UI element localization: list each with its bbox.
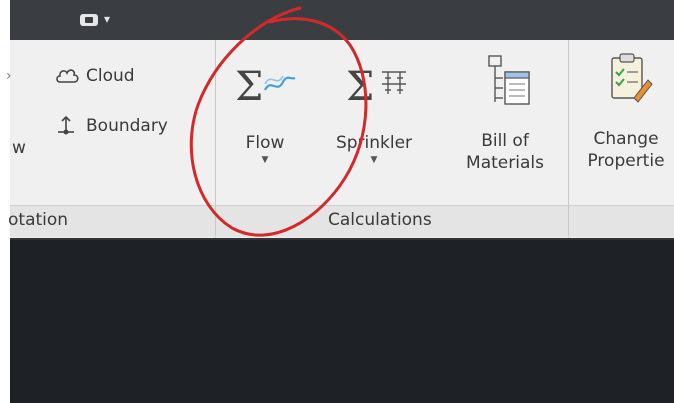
change-properties-button[interactable]: Change Propertie: [578, 50, 674, 172]
change-properties-icon: [611, 53, 653, 103]
ribbon: › w Cloud Boundary Σ Flow ▼ Σ Sprinkler …: [6, 40, 674, 239]
truncated-arrow-icon: ›: [6, 68, 12, 84]
panel-separator: [215, 205, 216, 236]
cloud-label: Cloud: [86, 66, 135, 86]
workspace-icon: [80, 14, 98, 26]
boundary-label: Boundary: [86, 116, 168, 136]
flow-button[interactable]: Σ Flow ▼: [230, 60, 300, 165]
change-properties-label-line2: Propertie: [587, 151, 665, 171]
panel-separator: [568, 205, 569, 236]
calculations-panel-title[interactable]: Calculations: [328, 210, 432, 230]
boundary-icon: [58, 115, 74, 135]
boundary-button[interactable]: Boundary: [54, 114, 168, 138]
sprinkler-icon: Σ: [346, 64, 406, 110]
bill-of-materials-button[interactable]: Bill of Materials: [456, 52, 554, 174]
quick-access-dropdown-button[interactable]: ▾: [74, 10, 130, 30]
cloud-button[interactable]: Cloud: [54, 64, 135, 88]
change-properties-label-line1: Change: [593, 129, 659, 149]
sprinkler-dropdown-icon[interactable]: ▼: [324, 155, 424, 165]
quick-access-toolbar: ▾: [10, 0, 674, 40]
flow-dropdown-icon[interactable]: ▼: [230, 155, 300, 165]
bill-of-materials-label-line1: Bill of: [481, 131, 529, 151]
screen-left-border: [0, 0, 10, 403]
svg-text:Σ: Σ: [235, 64, 263, 108]
flow-label: Flow: [245, 133, 285, 153]
drawing-canvas[interactable]: [10, 240, 674, 403]
svg-text:Σ: Σ: [346, 64, 374, 108]
annotation-panel-title[interactable]: otation: [8, 210, 68, 230]
cloud-icon: [56, 69, 79, 83]
bill-of-materials-label-line2: Materials: [466, 153, 544, 173]
bill-of-materials-icon: [488, 55, 530, 105]
sprinkler-button[interactable]: Σ Sprinkler ▼: [324, 60, 424, 165]
sprinkler-label: Sprinkler: [335, 133, 413, 153]
flow-icon: Σ: [235, 64, 296, 110]
truncated-button-label[interactable]: w: [12, 138, 26, 158]
chevron-down-icon: ▾: [104, 12, 111, 26]
